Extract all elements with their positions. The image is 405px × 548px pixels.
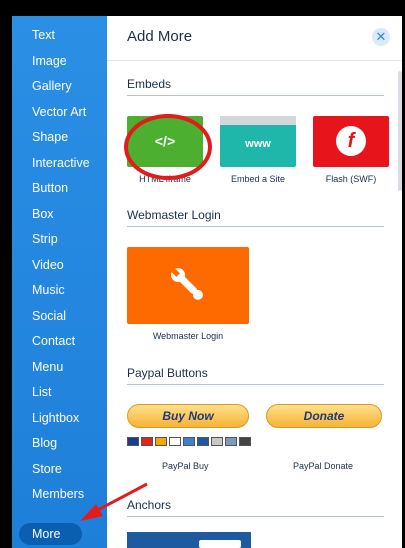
editor-window: Text Image Gallery Vector Art Shape Inte…	[0, 0, 405, 548]
arrow-annotation	[80, 482, 148, 521]
